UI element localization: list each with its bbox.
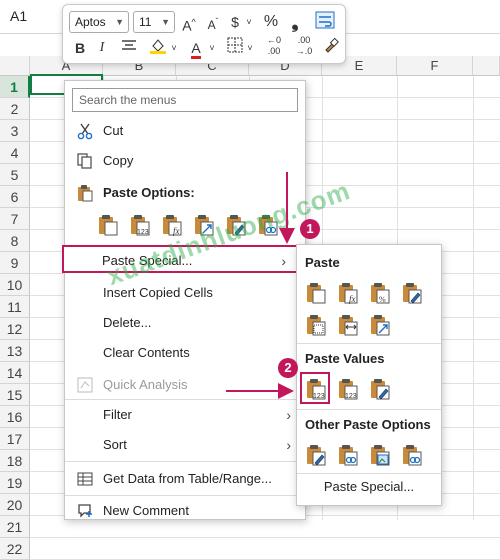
callout-badge-1: 1 — [300, 219, 320, 239]
callout-arrows — [226, 172, 295, 399]
row-header-22[interactable]: 22 — [0, 538, 30, 560]
callout-badge-2: 2 — [278, 358, 298, 378]
gridline — [30, 537, 500, 538]
